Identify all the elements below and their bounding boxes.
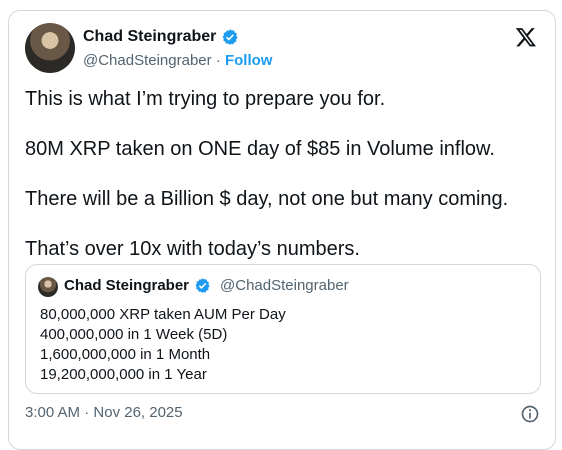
author-name-row: Chad Steingraber bbox=[83, 28, 239, 46]
quote-line: 19,200,000,000 in 1 Year bbox=[40, 366, 207, 383]
verified-badge-icon bbox=[195, 278, 210, 293]
tweet-date: Nov 26, 2025 bbox=[93, 404, 183, 421]
info-icon[interactable] bbox=[520, 404, 540, 424]
tweet-text: This is what I’m trying to prepare you f… bbox=[25, 87, 545, 287]
handle-separator: · bbox=[211, 52, 225, 69]
tweet-paragraph: That’s over 10x with today’s numbers. bbox=[25, 238, 360, 260]
quote-line: 80,000,000 XRP taken AUM Per Day bbox=[40, 306, 286, 323]
author-name[interactable]: Chad Steingraber bbox=[83, 28, 216, 46]
author-avatar[interactable] bbox=[25, 23, 75, 73]
verified-badge-icon bbox=[222, 29, 238, 45]
timestamp-separator: · bbox=[80, 404, 94, 421]
x-logo-icon[interactable] bbox=[515, 26, 537, 48]
quote-line: 400,000,000 in 1 Week (5D) bbox=[40, 326, 228, 343]
tweet-timestamp[interactable]: 3:00 AM · Nov 26, 2025 bbox=[25, 404, 183, 421]
tweet-paragraph: 80M XRP taken on ONE day of $85 in Volum… bbox=[25, 138, 495, 160]
author-handle[interactable]: @ChadSteingraber bbox=[83, 52, 212, 69]
tweet-time: 3:00 AM bbox=[25, 404, 81, 421]
author-handle-row: @ChadSteingraber · Follow bbox=[83, 52, 272, 69]
quote-author-handle: @ChadSteingraber bbox=[220, 277, 349, 294]
tweet-card: Chad Steingraber @ChadSteingraber · Foll… bbox=[8, 10, 556, 450]
quote-header: Chad Steingraber @ChadSteingraber bbox=[64, 277, 349, 294]
follow-button[interactable]: Follow bbox=[225, 52, 273, 69]
tweet-paragraph: There will be a Billion $ day, not one b… bbox=[25, 188, 509, 210]
quote-author-name: Chad Steingraber bbox=[64, 277, 190, 294]
quoted-tweet[interactable]: Chad Steingraber @ChadSteingraber 80,000… bbox=[25, 264, 541, 394]
tweet-paragraph: This is what I’m trying to prepare you f… bbox=[25, 88, 386, 110]
quote-text: 80,000,000 XRP taken AUM Per Day 400,000… bbox=[40, 305, 286, 385]
quote-author-avatar bbox=[38, 277, 58, 297]
quote-line: 1,600,000,000 in 1 Month bbox=[40, 346, 211, 363]
